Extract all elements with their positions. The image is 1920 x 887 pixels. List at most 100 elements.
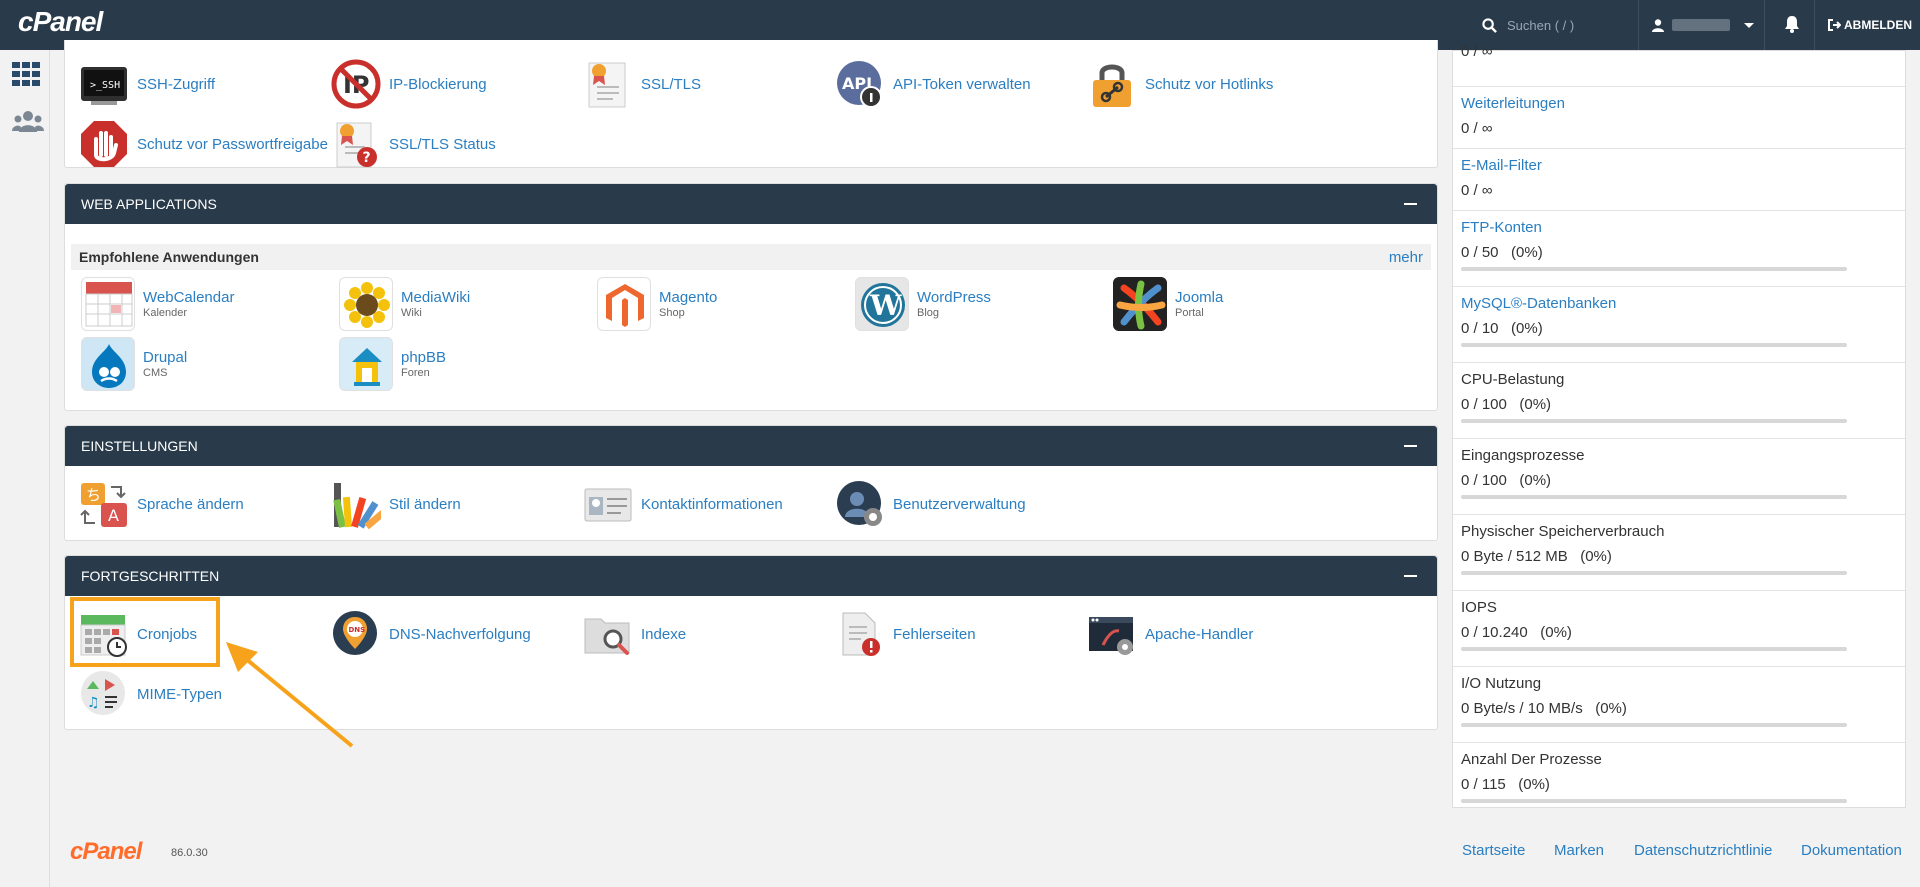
app-category: Kalender (143, 307, 188, 319)
change-language-item[interactable]: ちA Sprache ändern (79, 478, 244, 530)
ssl-tls-status-item[interactable]: ? SSL/TLS Status (331, 118, 496, 170)
apache-handlers-item[interactable]: Apache-Handler (1087, 608, 1253, 660)
leech-protection-item[interactable]: Schutz vor Passwortfreigabe (79, 118, 328, 170)
language-icon: ちA (79, 479, 129, 529)
search-input[interactable]: Suchen ( / ) (1507, 18, 1574, 33)
stat-label-link[interactable]: E-Mail-Filter (1461, 157, 1905, 174)
collapse-icon[interactable] (1404, 445, 1417, 447)
mime-types-item[interactable]: ♫ MIME-Typen (79, 668, 222, 720)
app-phpbb[interactable]: phpBB Foren (339, 336, 446, 392)
advanced-header[interactable]: FORTGESCHRITTEN (65, 556, 1437, 596)
app-name: Magento (659, 289, 718, 306)
more-apps-link[interactable]: mehr (1389, 249, 1423, 266)
app-drupal[interactable]: Drupal CMS (81, 336, 187, 392)
highlight-box (70, 597, 220, 667)
svg-text:♫: ♫ (87, 695, 100, 711)
stat-label-link[interactable]: MySQL®-Datenbanken (1461, 295, 1905, 312)
ip-blocker-label: IP-Blockierung (389, 75, 487, 93)
app-category: Blog (917, 307, 940, 319)
usage-bar (1461, 571, 1847, 575)
notifications-button[interactable] (1784, 15, 1800, 37)
stop-hand-icon (79, 119, 129, 169)
magento-icon (597, 277, 651, 331)
stat-row-processes: Anzahl Der Prozesse 0 / 115 (0%) (1453, 743, 1905, 807)
footer-link-home[interactable]: Startseite (1462, 842, 1525, 859)
stat-row-entry-processes: Eingangsprozesse 0 / 100 (0%) (1453, 439, 1905, 515)
app-name: MediaWiki (401, 289, 471, 306)
stat-value: 0 / 115 (0%) (1461, 776, 1550, 793)
app-wordpress[interactable]: W WordPress Blog (855, 276, 991, 332)
username-redacted (1672, 19, 1730, 31)
web-applications-header[interactable]: WEB APPLICATIONS (65, 184, 1437, 224)
app-name: Joomla (1175, 289, 1224, 306)
certificate-status-icon: ? (331, 119, 381, 169)
app-webcalendar[interactable]: WebCalendar Kalender (81, 276, 234, 332)
error-page-icon (835, 609, 885, 659)
stat-row-memory: Physischer Speicherverbrauch 0 Byte / 51… (1453, 515, 1905, 591)
certificate-icon (583, 59, 633, 109)
stat-value: 0 / 50 (0%) (1461, 244, 1543, 261)
chevron-down-icon (1744, 22, 1754, 28)
stat-label-link[interactable]: Weiterleitungen (1461, 95, 1905, 112)
footer-link-documentation[interactable]: Dokumentation (1801, 842, 1902, 859)
user-manager-icon (835, 479, 885, 529)
ssh-access-item[interactable]: >_SSH SSH-Zugriff (79, 58, 215, 110)
footer-link-trademarks[interactable]: Marken (1554, 842, 1604, 859)
error-pages-item[interactable]: Fehlerseiten (835, 608, 976, 660)
app-name: WebCalendar (143, 289, 235, 306)
users-icon[interactable] (12, 110, 44, 138)
stat-label: I/O Nutzung (1461, 675, 1542, 692)
app-magento[interactable]: Magento Shop (597, 276, 717, 332)
cpanel-logo[interactable]: cPanel (18, 6, 103, 38)
app-joomla[interactable]: Joomla Portal (1113, 276, 1223, 332)
security-card: >_SSH SSH-Zugriff IP IP-Blockierung SSL/… (64, 40, 1438, 168)
change-style-item[interactable]: Stil ändern (331, 478, 461, 530)
contact-info-item[interactable]: Kontaktinformationen (583, 478, 783, 530)
svg-text:ち: ち (86, 486, 101, 504)
contact-info-label: Kontaktinformationen (641, 495, 783, 513)
collapse-icon[interactable] (1404, 203, 1417, 205)
ssl-tls-label: SSL/TLS (641, 75, 702, 93)
stat-row-cpu: CPU-Belastung 0 / 100 (0%) (1453, 363, 1905, 439)
usage-bar (1461, 419, 1847, 423)
folder-search-icon (583, 609, 633, 659)
svg-text:W: W (869, 289, 902, 322)
left-rail (0, 50, 50, 887)
joomla-icon (1113, 277, 1167, 331)
calendar-icon (81, 277, 135, 331)
ip-blocker-item[interactable]: IP IP-Blockierung (331, 58, 487, 110)
svg-text:>_SSH: >_SSH (90, 80, 120, 91)
stat-label-link[interactable]: FTP-Konten (1461, 219, 1905, 236)
grid-apps-icon[interactable] (12, 62, 40, 90)
indexes-label: Indexe (641, 625, 687, 643)
change-language-label: Sprache ändern (137, 495, 244, 513)
user-icon (1652, 18, 1664, 32)
ssl-tls-item[interactable]: SSL/TLS (583, 58, 701, 110)
stat-row-mysql: MySQL®-Datenbanken 0 / 10 (0%) (1453, 287, 1905, 363)
app-mediawiki[interactable]: MediaWiki Wiki (339, 276, 470, 332)
statistics-panel: 0 / ∞ Weiterleitungen 0 / ∞ E-Mail-Filte… (1452, 43, 1906, 808)
footer-cpanel-logo[interactable]: cPanel (70, 838, 142, 866)
hotlink-protection-item[interactable]: Schutz vor Hotlinks (1087, 58, 1273, 110)
dns-tracking-item[interactable]: DNS DNS-Nachverfolgung (331, 608, 531, 660)
usage-bar (1461, 267, 1847, 271)
user-manager-label: Benutzerverwaltung (893, 495, 1026, 513)
collapse-icon[interactable] (1404, 575, 1417, 577)
api-token-item[interactable]: API API-Token verwalten (835, 58, 1031, 110)
leech-protection-label: Schutz vor Passwortfreigabe (137, 135, 328, 153)
stat-value: 0 / ∞ (1461, 120, 1493, 137)
stat-value: 0 Byte / 512 MB (0%) (1461, 548, 1612, 565)
settings-header[interactable]: EINSTELLUNGEN (65, 426, 1437, 466)
color-palette-icon (331, 479, 386, 530)
featured-apps-bar: Empfohlene Anwendungen mehr (71, 244, 1431, 270)
svg-text:?: ? (363, 150, 371, 166)
stat-value: 0 / 100 (0%) (1461, 396, 1552, 413)
stat-row-email-filters: E-Mail-Filter 0 / ∞ (1453, 149, 1905, 211)
footer-link-privacy[interactable]: Datenschutzrichtlinie (1634, 842, 1772, 859)
svg-text:DNS: DNS (349, 626, 366, 634)
stat-label: Anzahl Der Prozesse (1461, 751, 1602, 768)
user-manager-item[interactable]: Benutzerverwaltung (835, 478, 1026, 530)
indexes-item[interactable]: Indexe (583, 608, 686, 660)
stat-row-ftp: FTP-Konten 0 / 50 (0%) (1453, 211, 1905, 287)
usage-bar (1461, 799, 1847, 803)
